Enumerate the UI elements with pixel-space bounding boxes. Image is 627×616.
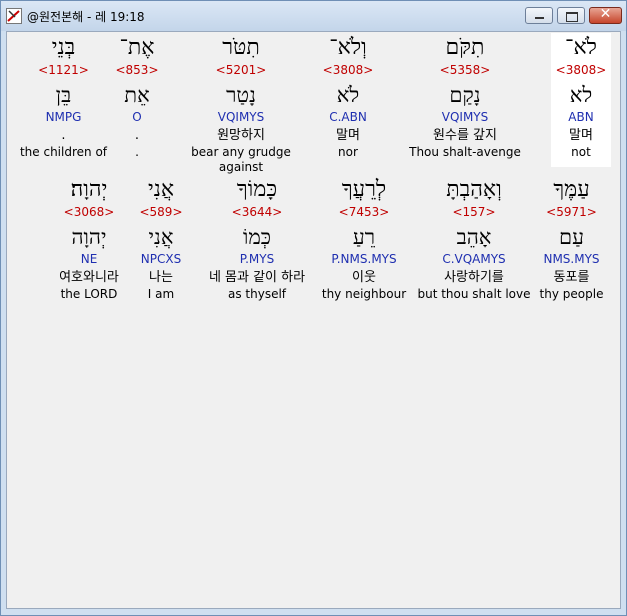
title-bar[interactable]: @원전본해 - 레 19:18 ✕ [1,1,626,31]
word-cell[interactable]: תִטֹּר <5201> נָטַר VQIMYS 원망하지 bear any… [169,33,313,174]
hebrew-word: לֹא־ [565,35,597,60]
word-cell[interactable]: לְרֵעֲךָ <7453> רֵעַ P.NMS.MYS 이웃 thy ne… [319,175,409,309]
korean-gloss: 사랑하기를 [444,270,504,285]
word-cell[interactable]: תִקֹּם <5358> נָקַם VQIMYS 원수를 갚지 Thou s… [405,33,525,167]
strong-number[interactable]: <5971> [534,205,609,220]
strong-number[interactable]: <5358> [405,63,525,78]
app-window: @원전본해 - 레 19:18 ✕ לֹא־ <3808> לא ABN 말며 … [0,0,627,616]
morphology-code: NMPG [45,110,82,124]
korean-gloss: 동포를 [553,270,590,285]
korean-gloss: 원망하지 [217,128,265,143]
english-gloss: the LORD [60,287,118,301]
korean-gloss: . [61,128,66,143]
hebrew-word: יְהוָה׃ [70,177,108,202]
word-cell[interactable]: וְאָהַבְתָּ <157> אָהֵב C.VQAMYS 사랑하기를 b… [414,175,534,309]
word-cell[interactable]: אֲנִי <589> אֲנִי NPCXS 나는 I am [133,175,189,309]
hebrew-root: נָטַר [226,83,256,107]
minimize-icon [535,17,544,19]
morphology-code: NE [80,252,98,266]
maximize-button[interactable] [557,7,585,24]
english-gloss: Thou shalt-avenge [409,145,521,159]
strong-number[interactable]: <3808> [318,63,378,78]
minimize-button[interactable] [525,7,553,24]
hebrew-root: כְּמוֹ [242,225,272,249]
english-gloss: but thou shalt love [417,287,531,301]
hebrew-word: עַמֶּךָ [553,177,590,202]
word-cell[interactable]: יְהוָה׃ <3068> יְהוָה NE 여호와니라 the LORD [51,175,127,309]
korean-gloss: 나는 [149,270,173,285]
morphology-code: C.ABN [329,110,367,124]
hebrew-word: אֲנִי [147,177,175,202]
close-icon: ✕ [599,6,612,22]
hebrew-word: אֶת־ [119,35,155,60]
word-cell[interactable]: בְּנֵי <1121> בֵּן NMPG . the children o… [16,33,111,167]
english-gloss: nor [338,145,358,159]
morphology-code: NPCXS [140,252,182,266]
hebrew-root: אֵת [124,83,150,107]
korean-gloss: 말며 [336,128,360,143]
hebrew-root: לֹא [336,83,360,107]
strong-number[interactable]: <3068> [51,205,127,220]
word-cell[interactable]: וְלֹא־ <3808> לֹא C.ABN 말며 nor [318,33,378,167]
word-cell[interactable]: כָּמוֹךָ <3644> כְּמוֹ P.MYS 네 몸과 같이 하라 … [192,175,322,309]
korean-gloss: . [134,128,140,143]
hebrew-word: כָּמוֹךָ [236,177,278,202]
morphology-code: P.NMS.MYS [331,252,397,266]
hebrew-root: לא [569,83,593,107]
close-button[interactable]: ✕ [589,6,622,24]
strong-number[interactable]: <7453> [319,205,409,220]
hebrew-word: תִקֹּם [445,35,485,60]
word-cell[interactable]: אֶת־ <853> אֵת O . . [112,33,162,167]
korean-gloss: 말며 [569,128,593,143]
english-gloss: not [571,145,591,159]
hebrew-root: אָהֵב [456,225,492,249]
interlinear-panel: לֹא־ <3808> לא ABN 말며 not תִקֹּם <5358> … [6,31,621,609]
strong-number[interactable]: <1121> [16,63,111,78]
strong-number[interactable]: <3808> [551,63,611,78]
morphology-code: P.MYS [239,252,275,266]
morphology-code: VQIMYS [441,110,489,124]
hebrew-word: בְּנֵי [51,35,76,60]
english-gloss: thy neighbour [321,287,407,301]
english-gloss: the children of [19,145,108,159]
english-gloss: as thyself [227,287,287,301]
word-cell[interactable]: לֹא־ <3808> לא ABN 말며 not [551,33,611,167]
strong-number[interactable]: <157> [414,205,534,220]
morphology-code: ABN [568,110,594,124]
hebrew-word: תִטֹּר [222,35,260,60]
hebrew-root: עַם [559,225,584,249]
hebrew-root: אֲנִי [148,225,174,249]
strong-number[interactable]: <3644> [192,205,322,220]
strong-number[interactable]: <589> [133,205,189,220]
korean-gloss: 여호와니라 [59,270,119,285]
hebrew-root: רֵעַ [352,225,376,249]
strong-number[interactable]: <853> [112,63,162,78]
morphology-code: O [132,110,142,124]
english-gloss: thy people [539,287,604,301]
strong-number[interactable]: <5201> [169,63,313,78]
english-gloss: I am [147,287,175,301]
app-icon [6,8,22,24]
morphology-code: VQIMYS [217,110,265,124]
hebrew-root: יְהוָה [71,225,107,249]
korean-gloss: 이웃 [352,270,376,285]
window-title: @원전본해 - 레 19:18 [27,10,145,24]
morphology-code: NMS.MYS [543,252,600,266]
hebrew-root: נָקַם [449,83,481,107]
maximize-icon [566,12,578,22]
english-gloss: bear any grudge against [191,145,291,174]
word-cell[interactable]: עַמֶּךָ <5971> עַם NMS.MYS 동포를 thy peopl… [534,175,609,309]
morphology-code: C.VQAMYS [442,252,506,266]
hebrew-word: וְלֹא־ [329,35,367,60]
korean-gloss: 원수를 갚지 [433,128,497,143]
hebrew-word: וְאָהַבְתָּ [446,177,502,202]
english-gloss: . [135,145,139,159]
hebrew-root: בֵּן [55,83,72,107]
hebrew-word: לְרֵעֲךָ [341,177,387,202]
korean-gloss: 네 몸과 같이 하라 [208,270,306,285]
